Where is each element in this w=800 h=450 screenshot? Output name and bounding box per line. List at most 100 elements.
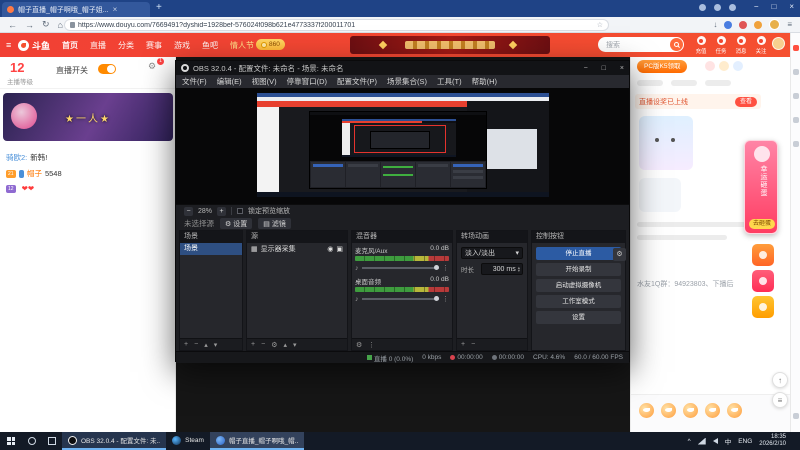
menu-help[interactable]: 帮助(H)	[472, 76, 497, 87]
ime-indicator[interactable]: 中	[725, 436, 732, 446]
scenes-dock-title[interactable]: 场景	[180, 231, 242, 243]
taskbar-app-steam[interactable]: Steam	[166, 432, 210, 450]
header-icon-message[interactable]: 消息	[732, 36, 750, 55]
strip-icon[interactable]	[793, 141, 799, 147]
tab-placeholder[interactable]	[705, 80, 731, 86]
nav-yuba[interactable]: 鱼吧	[202, 40, 218, 51]
browser-avatar[interactable]	[769, 19, 781, 30]
taskbar-app-browser[interactable]: 帽子直播_帽子啊哦_帽..	[209, 432, 305, 450]
apps-icon[interactable]	[714, 4, 721, 11]
nav-valentine[interactable]: 情人节	[230, 40, 254, 51]
event-banner-button[interactable]: 查看	[734, 96, 757, 107]
source-properties-button[interactable]: ⚙ 设置	[220, 218, 253, 229]
mixer-gear-icon[interactable]: ⚙	[356, 341, 362, 349]
slider-knob[interactable]	[434, 296, 439, 301]
scene-item-selected[interactable]: 场景	[180, 243, 242, 255]
tab-close-icon[interactable]: ×	[113, 5, 118, 14]
studio-mode-button[interactable]: 工作室模式	[536, 295, 621, 308]
tab-placeholder[interactable]	[637, 80, 663, 86]
chat-user[interactable]: 骑欧2:	[6, 152, 27, 163]
header-icon-recharge[interactable]: 充值	[692, 36, 710, 55]
source-down-icon[interactable]: ▾	[293, 341, 297, 349]
menu-file[interactable]: 文件(F)	[182, 76, 207, 87]
audio-icon[interactable]: ♪	[355, 296, 359, 303]
browser-tab[interactable]: 帽子直播_帽子啊哦_帽子姐... ×	[2, 2, 150, 17]
source-up-icon[interactable]: ▴	[283, 341, 287, 349]
channel-menu-icon[interactable]: ⋮	[442, 264, 449, 272]
back-icon[interactable]: ←	[8, 20, 17, 30]
add-transition-icon[interactable]: +	[461, 341, 465, 348]
gift-icon[interactable]	[727, 403, 742, 418]
event-banner[interactable]: 直播设奖已上线 查看	[635, 94, 761, 109]
chat-user[interactable]: 帽子	[27, 168, 42, 179]
obs-maximize-icon[interactable]: □	[602, 65, 606, 72]
minimize-icon[interactable]: −	[754, 2, 759, 11]
activity-badge[interactable]	[752, 296, 774, 318]
add-source-icon[interactable]: +	[251, 341, 255, 348]
zoom-in-button[interactable]: +	[217, 206, 227, 216]
more-icon[interactable]	[729, 4, 736, 11]
gift-icon[interactable]	[705, 403, 720, 418]
user-avatar[interactable]	[772, 37, 785, 50]
task-view-button[interactable]	[42, 432, 62, 450]
header-icon-follow[interactable]: 关注	[752, 36, 770, 55]
zoom-lock-checkbox[interactable]	[237, 208, 244, 214]
virtual-camera-button[interactable]: 启动虚拟摄像机	[536, 279, 621, 292]
home-icon[interactable]: ⌂	[58, 20, 63, 30]
volume-icon[interactable]	[712, 438, 718, 444]
controls-dock-title[interactable]: 控制按钮	[532, 231, 625, 243]
visibility-eye-icon[interactable]: ◉	[327, 245, 333, 253]
stop-streaming-button[interactable]: 停止直播	[536, 247, 621, 260]
activity-badge[interactable]	[752, 244, 774, 266]
scene-down-icon[interactable]: ▾	[214, 341, 218, 349]
promo-banner[interactable]	[350, 36, 550, 54]
download-icon[interactable]: ↓	[713, 20, 717, 29]
strip-icon[interactable]	[793, 93, 799, 99]
source-filters-button[interactable]: ▤ 滤镜	[258, 218, 291, 229]
nav-games[interactable]: 游戏	[174, 40, 190, 51]
obs-close-icon[interactable]: ×	[620, 65, 624, 72]
bookmark-star-icon[interactable]: ☆	[597, 21, 603, 29]
nav-esports[interactable]: 赛事	[146, 40, 162, 51]
widget-button[interactable]: 去砸蛋	[749, 219, 775, 229]
header-icon-task[interactable]: 任务	[712, 36, 730, 55]
obs-titlebar[interactable]: OBS 32.0.4 - 配置文件: 未命名 - 场景: 未命名 − □ ×	[176, 61, 629, 75]
network-icon[interactable]	[697, 437, 706, 445]
feedback-button[interactable]: ≡	[772, 392, 788, 408]
lucky-egg-widget[interactable]: 幸运砸蛋 去砸蛋	[744, 140, 778, 234]
menu-profile[interactable]: 配置文件(P)	[337, 76, 377, 87]
start-button[interactable]	[0, 432, 22, 450]
virtual-camera-config-icon[interactable]: ⚙	[613, 248, 626, 261]
menu-view[interactable]: 视图(V)	[252, 76, 277, 87]
gift-icon[interactable]	[639, 403, 654, 418]
zoom-out-button[interactable]: −	[184, 206, 193, 216]
scene-up-icon[interactable]: ▴	[204, 341, 208, 349]
new-tab-button[interactable]: +	[156, 2, 162, 13]
back-to-top-button[interactable]: ↑	[772, 372, 788, 388]
source-item-display-capture[interactable]: ▦ 显示器采集 ◉ ▣	[247, 243, 347, 255]
mic-volume-slider[interactable]: ♪ ⋮	[355, 264, 449, 273]
lock-icon[interactable]: ▣	[336, 245, 343, 253]
profile-icon[interactable]	[699, 4, 706, 11]
taskbar-search-button[interactable]	[22, 432, 42, 450]
mixer-menu-icon[interactable]: ⋮	[368, 341, 375, 349]
live-switch-toggle[interactable]	[98, 64, 116, 74]
room-banner[interactable]: ★一人★	[3, 93, 173, 141]
pc-promo-button[interactable]: PC版K5领取	[637, 60, 688, 73]
browser-menu-icon[interactable]: ≡	[787, 20, 792, 29]
activity-badge[interactable]	[752, 270, 774, 292]
extension-icon[interactable]	[724, 20, 733, 29]
address-field[interactable]: https://www.douyu.com/7669491?dyshid=192…	[64, 19, 609, 31]
menu-scene-collection[interactable]: 场景集合(S)	[387, 76, 427, 87]
sidebar-gear-icon[interactable]: ⚙	[148, 61, 156, 72]
slider-knob[interactable]	[434, 265, 439, 270]
quick-icon[interactable]	[705, 61, 715, 71]
nav-home[interactable]: 首页	[62, 40, 78, 51]
extension-icon[interactable]	[754, 20, 763, 29]
maximize-icon[interactable]: □	[771, 2, 776, 11]
sources-dock-title[interactable]: 源	[247, 231, 347, 243]
search-button[interactable]	[670, 38, 683, 51]
taskbar-clock[interactable]: 18:35 2026/2/10	[759, 434, 786, 448]
mixer-dock-title[interactable]: 混音器	[352, 231, 452, 243]
nav-live[interactable]: 直播	[90, 40, 106, 51]
